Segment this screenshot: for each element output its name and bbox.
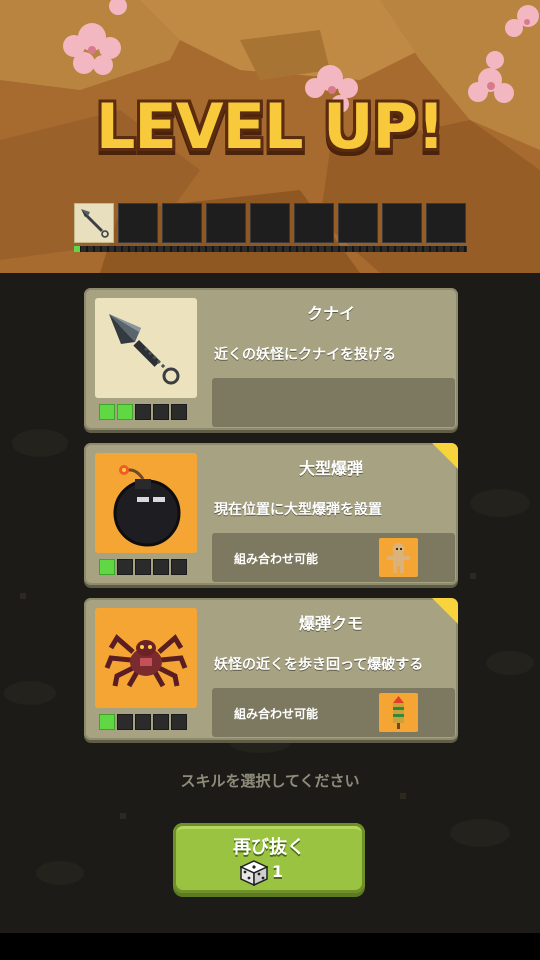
reroll-label: 再び抜く [233,837,305,858]
skill-art-big-bomb [95,453,197,553]
skill-slot-4 [206,203,246,243]
combo-item-slot [379,693,418,732]
skill-description: 妖怪の近くを歩き回って爆破する [214,657,424,673]
skill-slot-8 [382,203,422,243]
combo-label: 組み合わせ可能 [234,552,319,566]
slot-level-ticks [74,246,467,252]
combo-item-slot [379,538,418,577]
skill-slot-6 [294,203,334,243]
skill-art-bomb-spider [95,608,197,708]
dice-icon [240,860,268,886]
level-pip [153,404,169,420]
skill-description: 近くの妖怪にクナイを投げる [214,347,396,363]
level-pip [171,404,187,420]
skill-card-bomb-spider[interactable]: 爆弾クモ 妖怪の近くを歩き回って爆破する 組み合わせ可能 [84,598,458,740]
level-pip [117,404,133,420]
combo-panel-empty [212,378,455,427]
skill-name: 大型爆弾 [298,459,363,478]
level-pip [171,559,187,575]
select-skill-prompt: スキルを選択してください [180,772,360,790]
skill-slot-1 [74,203,114,243]
skill-slot-7 [338,203,378,243]
level-pip [99,714,115,730]
skill-card-big-bomb[interactable]: 大型爆弾 現在位置に大型爆弾を設置 組み合わせ可能 [84,443,458,585]
level-up-title: LEVEL UP! [95,90,445,163]
spider-icon [104,634,188,688]
level-pip [135,559,151,575]
bomb-icon [113,465,181,547]
level-pip [153,559,169,575]
kunai-icon [81,209,109,238]
kunai-icon [109,314,180,385]
skill-slot-bar [74,203,467,252]
level-pip [153,714,169,730]
skill-slot-3 [162,203,202,243]
skill-card-kunai[interactable]: クナイ 近くの妖怪にクナイを投げる [84,288,458,430]
level-pip [99,559,115,575]
combo-panel: 組み合わせ可能 [212,533,455,582]
skill-art-kunai [95,298,197,398]
combo-label: 組み合わせ可能 [234,707,319,721]
slot-level-tick-active [74,246,80,252]
skill-slot-9 [426,203,466,243]
level-pip [117,714,133,730]
level-pip [135,714,151,730]
bottom-bar [0,933,540,960]
voodoo-doll-icon [387,543,410,573]
reroll-count: 1 [272,862,284,881]
level-pip [135,404,151,420]
skill-name: クナイ [306,304,355,323]
level-up-banner: LEVEL UP! [0,0,540,273]
level-pip [171,714,187,730]
skill-description: 現在位置に大型爆弾を設置 [214,502,382,518]
combo-panel: 組み合わせ可能 [212,688,455,737]
skill-slot-2 [118,203,158,243]
skill-slot-5 [250,203,290,243]
skill-name: 爆弾クモ [298,614,363,633]
level-pip [117,559,133,575]
firework-rocket-icon [393,696,404,729]
level-pip [99,404,115,420]
reroll-button[interactable]: 再び抜く 1 [173,823,365,893]
